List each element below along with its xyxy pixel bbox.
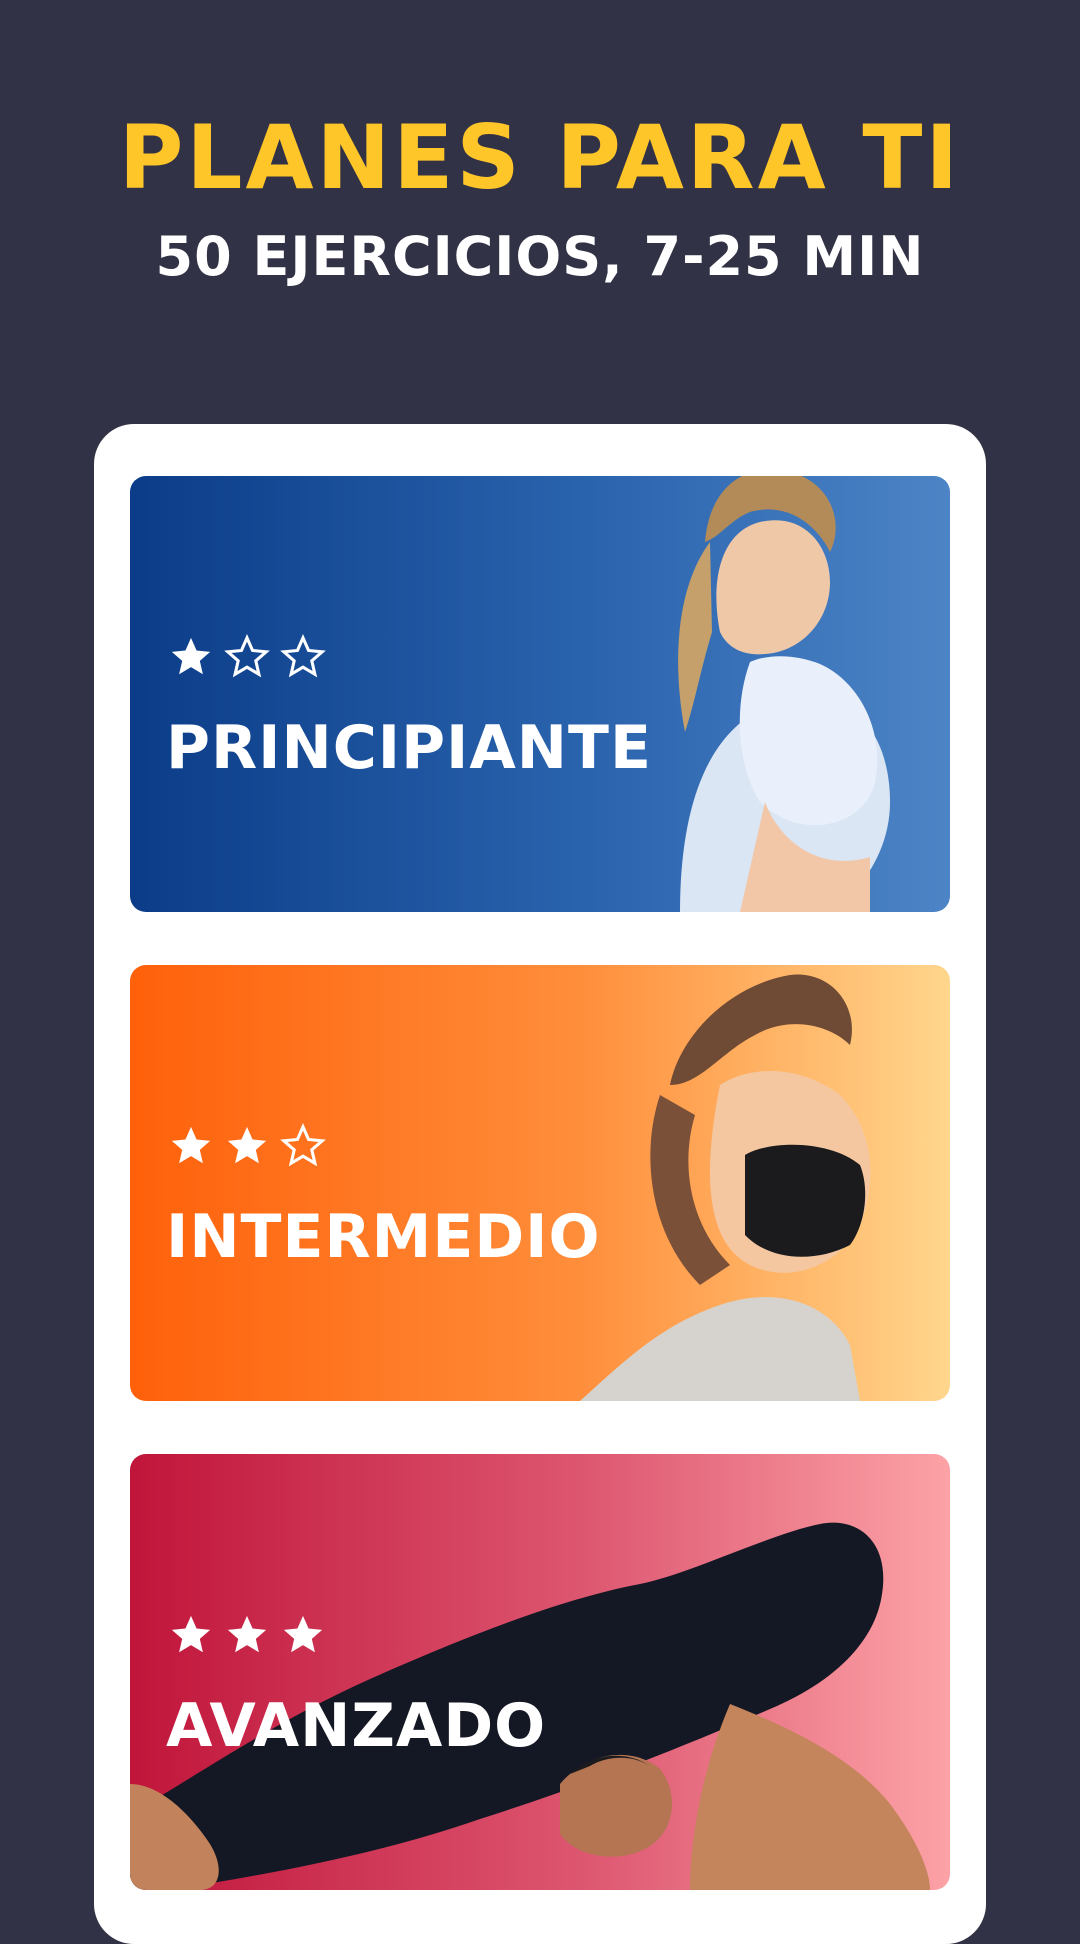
star-outline-icon (280, 634, 326, 678)
star-icon (283, 1615, 323, 1653)
rating-stars (168, 634, 326, 682)
woman-stretching-image (678, 476, 890, 912)
star-icon (227, 1615, 267, 1653)
plan-label-beginner: PRINCIPIANTE (166, 713, 652, 783)
woman-backbend-image (580, 974, 871, 1401)
page-title: PLANES PARA TI (118, 106, 962, 209)
page-subtitle: 50 EJERCICIOS, 7-25 MIN (155, 225, 925, 288)
man-plow-pose-image (130, 1522, 930, 1890)
promo-header: PLANES PARA TI 50 EJERCICIOS, 7-25 MIN (0, 0, 1080, 420)
star-icon (171, 637, 211, 675)
rating-stars (168, 1612, 326, 1660)
plan-label-advanced: AVANZADO (166, 1691, 547, 1761)
star-icon (171, 1615, 211, 1653)
plan-label-intermediate: INTERMEDIO (166, 1202, 601, 1272)
star-icon (227, 1126, 267, 1164)
star-icon (171, 1126, 211, 1164)
plan-card-beginner[interactable]: PRINCIPIANTE (130, 476, 950, 912)
star-outline-icon (224, 634, 270, 678)
plan-card-advanced[interactable]: AVANZADO (130, 1454, 950, 1890)
star-outline-icon (280, 1123, 326, 1167)
rating-stars (168, 1123, 326, 1171)
plan-card-intermediate[interactable]: INTERMEDIO (130, 965, 950, 1401)
